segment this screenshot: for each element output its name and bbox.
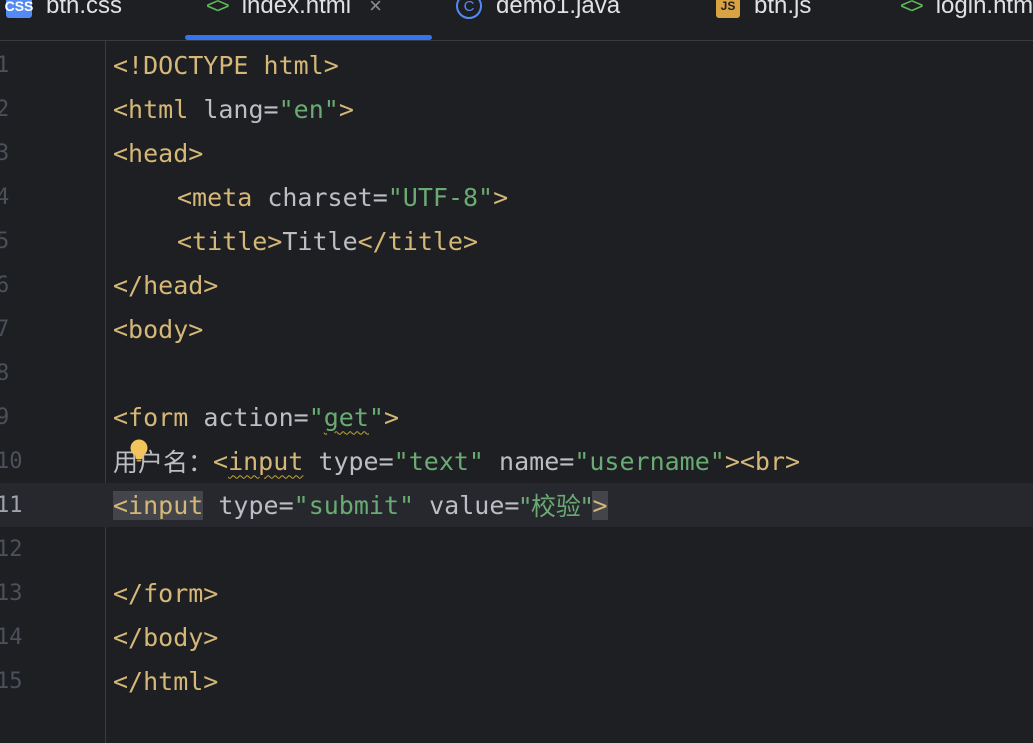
code-token-matched-tag: <input (113, 490, 204, 520)
html-file-icon: <> (900, 0, 924, 18)
code-token: <meta (177, 182, 253, 212)
code-token: type (203, 490, 279, 520)
tab-btn-js[interactable]: JS btn.js (716, 0, 811, 26)
code-token: <body> (113, 314, 204, 344)
line-number: 3 (0, 140, 10, 166)
js-file-icon: JS (716, 0, 740, 18)
code-token: name (483, 446, 560, 476)
line-number: 6 (0, 272, 10, 298)
code-token: </form> (113, 578, 219, 608)
line-number: 2 (0, 96, 10, 122)
code-token: " (308, 402, 324, 432)
code-line[interactable]: 2 <html lang = "en" > (0, 87, 1033, 131)
code-token: <html (113, 94, 189, 124)
code-token: < (213, 446, 229, 476)
editor-tab-bar: CSS btn.css <> index.html × C demo1.java… (0, 0, 1033, 41)
line-number: 10 (0, 448, 23, 474)
code-token: action (188, 402, 294, 432)
active-tab-indicator (185, 35, 432, 40)
code-token: > (338, 94, 354, 124)
lightbulb-icon[interactable] (129, 439, 149, 463)
tab-label: btn.css (46, 0, 123, 19)
code-token: = (559, 446, 575, 476)
code-token: = (372, 182, 388, 212)
code-line-current[interactable]: 11 <input type = "submit" value = "校验" > (0, 483, 1033, 527)
code-token: "submit" (293, 490, 415, 520)
code-line[interactable]: 1 <!DOCTYPE html> (0, 43, 1033, 87)
tab-label: btn.js (754, 0, 812, 19)
tab-label: login.html (935, 0, 1033, 19)
code-token: </head> (113, 270, 219, 300)
tab-login-html[interactable]: <> login.html (900, 0, 1033, 26)
code-token: "text" (393, 446, 484, 476)
code-token: "UTF-8" (387, 182, 494, 212)
code-token: </title> (357, 226, 479, 256)
code-line[interactable]: 3 <head> (0, 131, 1033, 175)
line-number: 11 (0, 492, 23, 518)
close-icon[interactable]: × (369, 0, 382, 19)
code-line[interactable]: 6 </head> (0, 263, 1033, 307)
code-line[interactable]: 8 (0, 351, 1033, 395)
code-token: </body> (113, 622, 219, 652)
code-line[interactable]: 14 </body> (0, 615, 1033, 659)
code-token: = (378, 446, 394, 476)
code-line[interactable]: 15 </html> (0, 659, 1033, 703)
tab-index-html[interactable]: <> index.html × (206, 0, 382, 26)
code-line[interactable]: 4 <meta charset = "UTF-8" > (0, 175, 1033, 219)
code-token: <form (113, 402, 189, 432)
line-number: 1 (0, 52, 10, 78)
tab-label: index.html (241, 0, 352, 19)
code-token: ><br> (724, 446, 801, 476)
code-token: = (278, 490, 294, 520)
line-number: 8 (0, 360, 10, 386)
code-token-warning: input (228, 446, 304, 476)
code-token: "en" (278, 94, 339, 124)
code-token: Title (282, 226, 358, 256)
line-number: 9 (0, 404, 10, 430)
code-line[interactable]: 10 用户名： < input type = "text" name = "username… (0, 439, 1033, 483)
line-number: 13 (0, 580, 23, 606)
line-number: 15 (0, 668, 23, 694)
code-line[interactable]: 5 <title> Title </title> (0, 219, 1033, 263)
code-token: > (493, 182, 509, 212)
code-line[interactable]: 9 <form action = " get " > (0, 395, 1033, 439)
code-token: = (504, 490, 520, 520)
code-line[interactable]: 7 <body> (0, 307, 1033, 351)
code-line[interactable]: 13 </form> (0, 571, 1033, 615)
code-token-matched-bracket: > (592, 490, 608, 520)
tab-demo1-java[interactable]: C demo1.java (456, 0, 620, 26)
code-token: charset (252, 182, 373, 212)
line-number: 4 (0, 184, 10, 210)
css-file-icon: CSS (5, 0, 33, 18)
code-token: = (263, 94, 279, 124)
code-token: " (368, 402, 384, 432)
code-token: 用户名： (113, 448, 214, 477)
tab-label: demo1.java (496, 0, 621, 19)
code-line[interactable]: 12 (0, 527, 1033, 571)
code-token: <title> (177, 226, 283, 256)
code-token: = (293, 402, 309, 432)
code-token: > (383, 402, 400, 432)
code-token: </html> (113, 666, 219, 696)
code-token: <!DOCTYPE html> (113, 50, 339, 80)
line-number: 12 (0, 536, 23, 562)
code-token: lang (188, 94, 264, 124)
tab-btn-css[interactable]: CSS btn.css (5, 0, 123, 26)
code-token: value (414, 490, 505, 520)
line-number: 14 (0, 624, 23, 650)
code-token: "username" (574, 446, 725, 476)
code-token-warning: get (323, 402, 369, 432)
line-number: 5 (0, 228, 10, 254)
java-class-icon: C (456, 0, 482, 19)
code-token: "校验" (519, 492, 593, 521)
code-token: type (303, 446, 379, 476)
code-token: <head> (113, 138, 204, 168)
line-number: 7 (0, 316, 10, 342)
html-file-icon: <> (206, 0, 230, 18)
